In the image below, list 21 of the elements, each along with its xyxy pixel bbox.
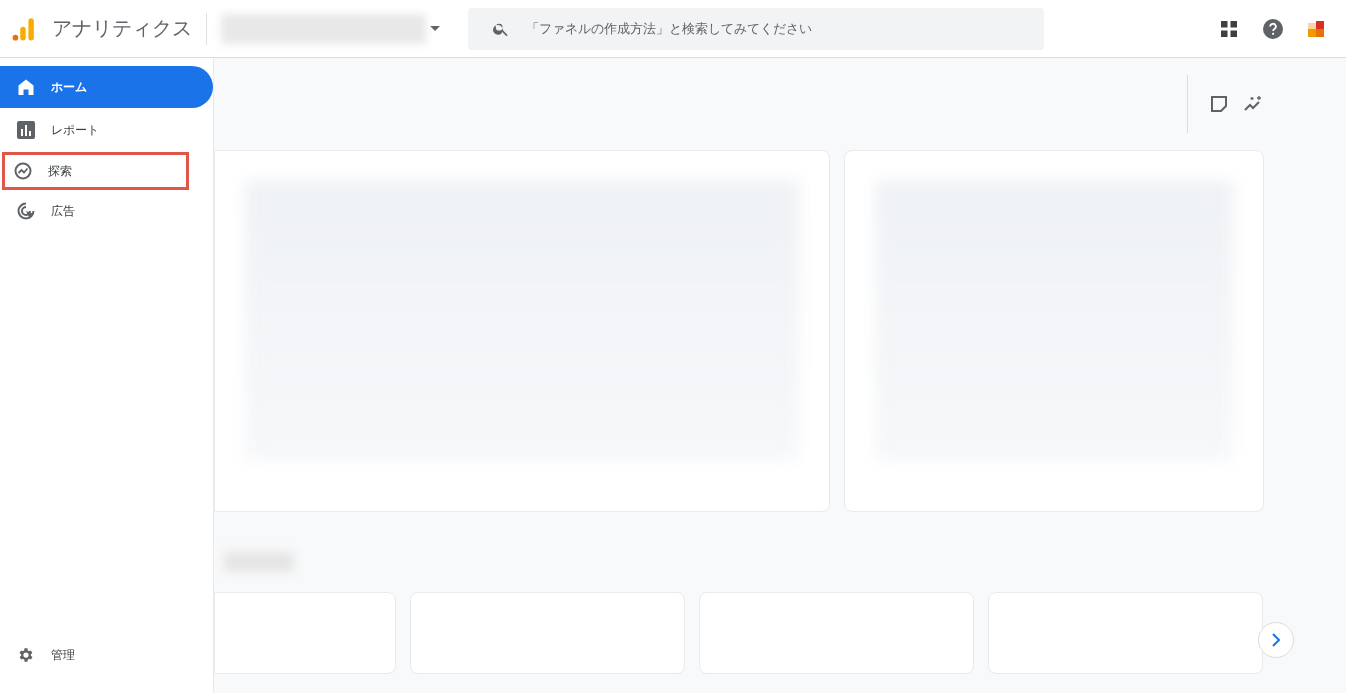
sparkle-trend-icon[interactable] — [1244, 95, 1264, 113]
search-field[interactable]: 「ファネルの作成方法」と検索してみてください — [468, 7, 1044, 50]
nav-item[interactable]: レポート — [0, 109, 213, 151]
settings-icon — [17, 646, 35, 664]
product-name: アナリティクス — [52, 15, 192, 42]
admin-nav-item[interactable]: 管理 — [0, 634, 213, 676]
note-icon[interactable] — [1210, 95, 1228, 113]
account-avatar-icon[interactable] — [1308, 20, 1324, 37]
apps-grid-icon[interactable] — [1220, 19, 1238, 38]
nav-item[interactable]: 探索 — [2, 152, 189, 190]
chevron-right-icon — [1271, 633, 1281, 647]
trend-circle-icon — [14, 162, 32, 180]
analytics-logo-icon — [10, 15, 36, 42]
bar-chart-icon — [17, 121, 35, 139]
next-button[interactable] — [1258, 622, 1294, 658]
home-icon — [17, 78, 35, 96]
target-cursor-icon — [17, 202, 35, 220]
help-icon[interactable] — [1263, 18, 1283, 39]
dropdown-caret-icon — [430, 25, 440, 32]
nav-item[interactable]: 広告 — [0, 190, 213, 232]
nav-item[interactable]: ホーム — [0, 66, 213, 108]
